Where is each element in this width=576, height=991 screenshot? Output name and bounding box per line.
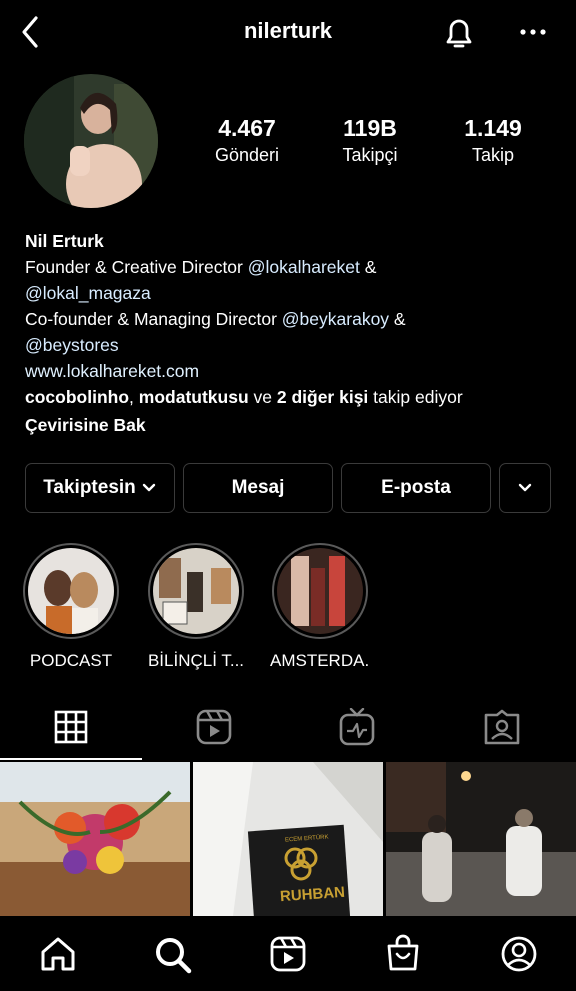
suggestions-button[interactable]: [499, 463, 551, 513]
highlight-thumbnail: [28, 548, 114, 634]
more-horizontal-icon: [520, 29, 546, 35]
mention-link[interactable]: @lokalhareket: [248, 257, 360, 277]
highlight-label: PODCAST: [29, 651, 113, 670]
bottom-navigation: [0, 916, 576, 991]
follower-name: modatutkusu: [138, 387, 249, 407]
stat-followers[interactable]: 119B Takipçi: [310, 114, 430, 167]
tagged-icon: [484, 709, 520, 745]
chevron-down-icon: [142, 483, 155, 492]
highlight-thumbnail: [153, 548, 239, 634]
highlight-ring: [23, 543, 119, 639]
bio-text: &: [389, 309, 406, 329]
post-thumbnail[interactable]: [386, 762, 576, 916]
stat-posts-value: 4.467: [218, 115, 276, 141]
followed-by[interactable]: cocobolinho, modatutkusu ve 2 diğer kişi…: [25, 384, 565, 410]
reels-icon: [196, 709, 232, 745]
shop-icon: [387, 934, 419, 971]
email-button[interactable]: E-posta: [341, 463, 491, 513]
tab-igtv[interactable]: [339, 707, 375, 746]
profile-header: nilerturk: [0, 0, 576, 64]
chevron-down-icon: [518, 483, 532, 492]
nav-shop[interactable]: [385, 934, 421, 972]
following-button-label: Takiptesin: [43, 477, 136, 498]
bio-text: Co-founder & Managing Director: [25, 309, 282, 329]
reels-icon: [270, 936, 306, 972]
website-link[interactable]: www.lokalhareket.com: [25, 358, 565, 384]
mention-link[interactable]: @beykarakoy: [282, 309, 389, 329]
stat-followers-value: 119B: [343, 115, 397, 141]
profile-avatar[interactable]: [24, 74, 158, 208]
stat-following-value: 1.149: [464, 115, 522, 141]
tab-tagged[interactable]: [484, 709, 520, 745]
more-options-button[interactable]: [515, 18, 551, 48]
highlight-ring: [272, 543, 368, 639]
highlight-label: BİLİNÇLİ T...: [147, 651, 245, 670]
stat-following[interactable]: 1.149 Takip: [433, 114, 553, 167]
post-thumbnail[interactable]: ECEM ERTÜRK RUHBAN: [193, 762, 383, 916]
highlight-label: AMSTERDA...: [270, 651, 370, 670]
stat-followers-label: Takipçi: [342, 145, 398, 165]
following-button[interactable]: Takiptesin: [25, 463, 175, 513]
bio-text: Founder & Creative Director: [25, 257, 248, 277]
email-button-label: E-posta: [381, 477, 451, 498]
post-thumbnail[interactable]: [0, 762, 190, 916]
notifications-button[interactable]: [440, 14, 478, 52]
follower-others: 2 diğer kişi: [276, 387, 369, 407]
nav-search[interactable]: [154, 936, 192, 974]
profile-display-name: Nil Erturk: [25, 231, 104, 251]
profile-username: nilerturk: [243, 18, 333, 43]
profile-bio: Nil Erturk Founder & Creative Director @…: [25, 228, 565, 438]
nav-profile[interactable]: [500, 935, 538, 973]
bio-text: ve: [248, 387, 277, 407]
tab-reels[interactable]: [196, 709, 232, 745]
follower-name: cocobolinho: [25, 387, 130, 407]
bio-line: Co-founder & Managing Director @beykarak…: [25, 306, 565, 332]
highlight-podcast[interactable]: PODCAST: [21, 543, 121, 671]
home-icon: [41, 937, 75, 971]
highlight-ring: [148, 543, 244, 639]
mention-link[interactable]: @lokal_magaza: [25, 283, 151, 303]
avatar-photo: [24, 74, 158, 208]
nav-reels[interactable]: [270, 936, 306, 972]
bell-icon: [446, 19, 472, 48]
translate-link[interactable]: Çevirisine Bak: [25, 412, 565, 438]
stat-posts-label: Gönderi: [214, 145, 280, 165]
igtv-icon: [339, 707, 375, 746]
stat-following-label: Takip: [471, 145, 515, 165]
nav-home[interactable]: [39, 936, 77, 972]
bio-text: ,: [129, 387, 139, 407]
bio-line: @beystores: [25, 332, 565, 358]
post-image-flowers: [0, 762, 190, 916]
post-image-street: [386, 762, 576, 916]
bio-line: @lokal_magaza: [25, 280, 565, 306]
message-button[interactable]: Mesaj: [183, 463, 333, 513]
mention-link[interactable]: @beystores: [25, 335, 119, 355]
active-tab-indicator: [0, 758, 142, 760]
tab-grid[interactable]: [54, 710, 88, 744]
grid-icon: [54, 710, 88, 744]
highlight-bilincli[interactable]: BİLİNÇLİ T...: [146, 543, 246, 671]
message-button-label: Mesaj: [231, 477, 285, 498]
profile-icon: [501, 936, 537, 972]
highlight-amsterdam[interactable]: AMSTERDA...: [270, 543, 370, 671]
bio-text: &: [359, 257, 377, 277]
bio-text: takip ediyor: [368, 387, 463, 407]
highlight-thumbnail: [277, 548, 363, 634]
search-icon: [156, 938, 192, 974]
bio-line: Founder & Creative Director @lokalhareke…: [25, 254, 565, 280]
stat-posts[interactable]: 4.467 Gönderi: [187, 114, 307, 167]
